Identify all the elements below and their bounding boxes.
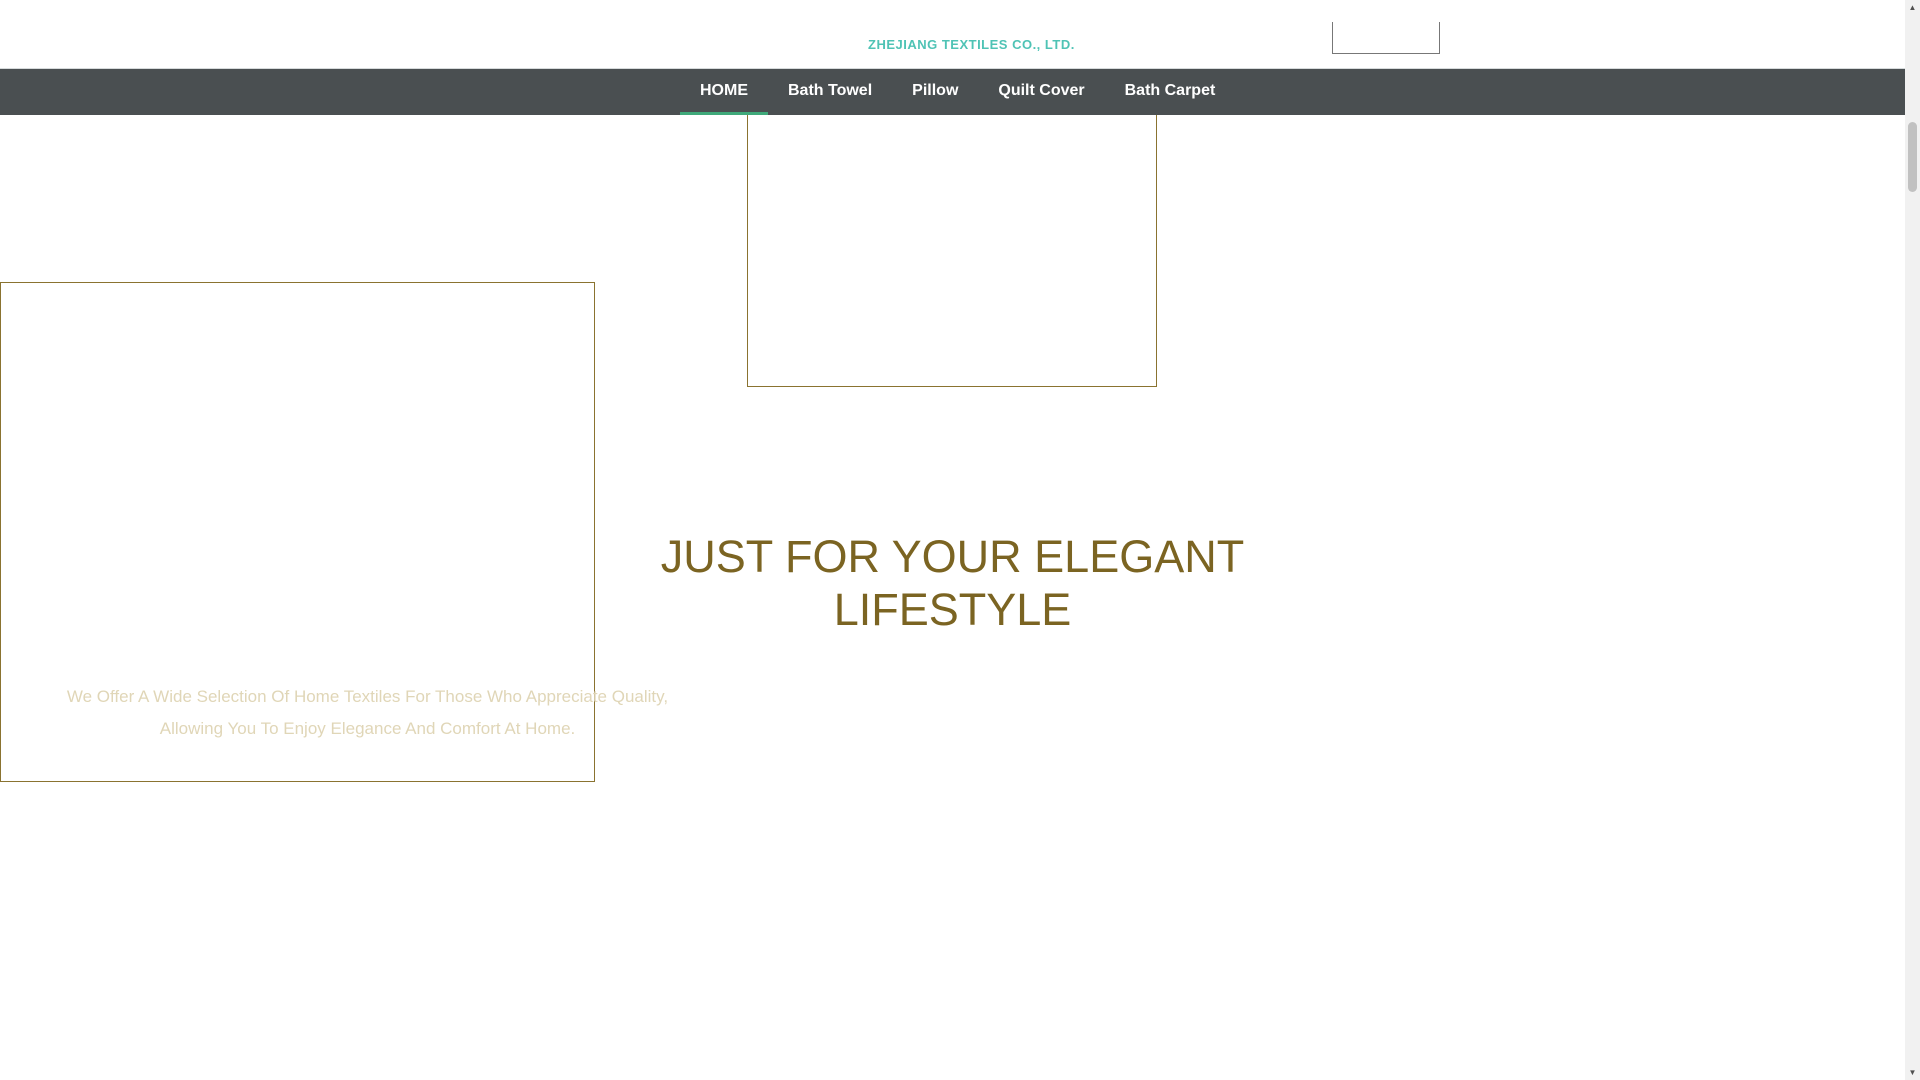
page-scrollbar[interactable]: ▲ ▼ <box>1905 0 1920 1080</box>
hero-title-line-2: LIFESTYLE <box>833 584 1072 635</box>
triangle-up-icon[interactable]: ▲ <box>1905 0 1920 15</box>
site-logo[interactable]: ZHEJIANG TEXTILES CO., LTD. <box>868 38 1075 52</box>
hero-tagline-line-2: Allowing You To Enjoy Elegance And Comfo… <box>159 719 576 738</box>
header-language-box[interactable] <box>1332 22 1440 54</box>
nav-list: HOME Bath Towel Pillow Quilt Cover Bath … <box>680 69 1235 115</box>
hero-title: JUST FOR YOUR ELEGANT LIFESTYLE <box>640 530 1265 636</box>
nav-item-pillow[interactable]: Pillow <box>892 69 978 115</box>
nav-item-bath-towel[interactable]: Bath Towel <box>768 69 892 115</box>
page: ZHEJIANG TEXTILES CO., LTD. HOME Bath To… <box>0 0 1905 1080</box>
triangle-down-icon[interactable]: ▼ <box>1905 1065 1920 1080</box>
main-nav: HOME Bath Towel Pillow Quilt Cover Bath … <box>0 68 1905 115</box>
nav-item-bath-carpet[interactable]: Bath Carpet <box>1105 69 1236 115</box>
nav-item-home[interactable]: HOME <box>680 69 768 115</box>
hero-title-line-1: JUST FOR YOUR ELEGANT <box>660 531 1245 582</box>
hero-tagline-line-1: We Offer A Wide Selection Of Home Textil… <box>66 687 669 706</box>
decorative-frame-top <box>747 115 1157 387</box>
nav-item-quilt-cover[interactable]: Quilt Cover <box>978 69 1104 115</box>
scrollbar-thumb[interactable] <box>1908 122 1917 192</box>
site-header: ZHEJIANG TEXTILES CO., LTD. <box>0 0 1905 68</box>
hero-tagline: We Offer A Wide Selection Of Home Textil… <box>40 681 695 745</box>
